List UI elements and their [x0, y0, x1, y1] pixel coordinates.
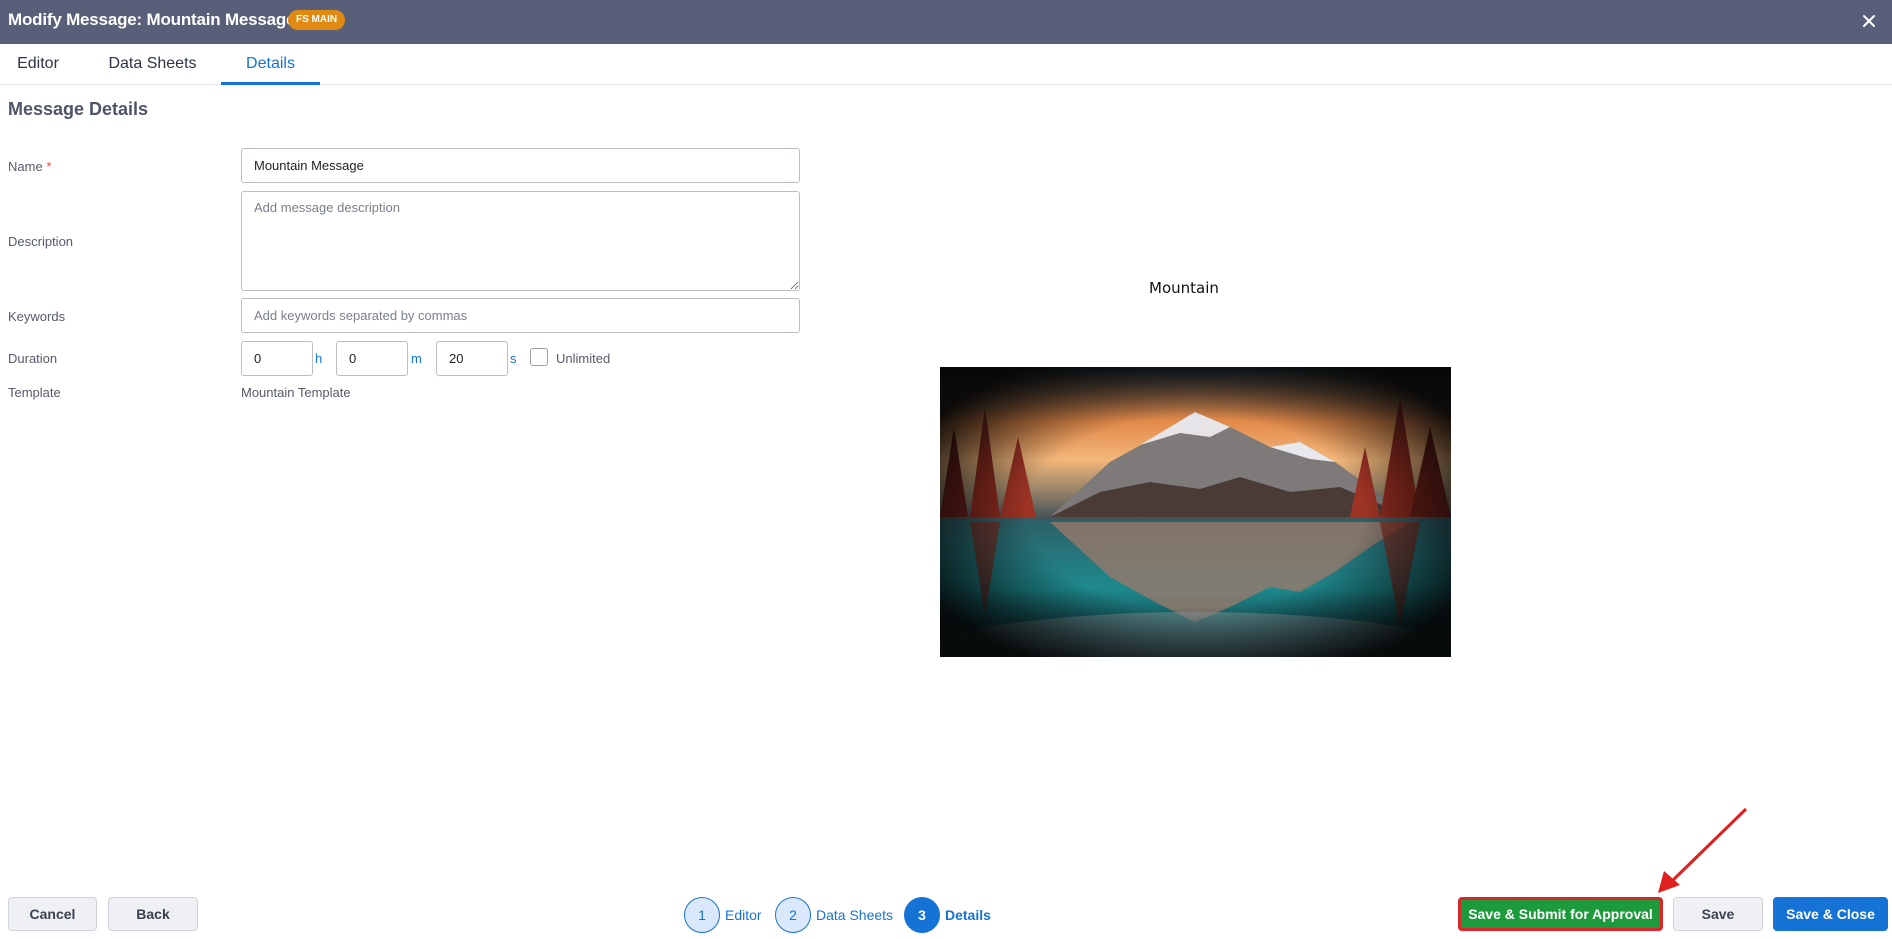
- dialog-title: Modify Message: Mountain Message: [8, 10, 296, 29]
- back-button[interactable]: Back: [108, 897, 198, 931]
- save-close-button[interactable]: Save & Close: [1773, 897, 1888, 931]
- tab-bar: Editor Data Sheets Details: [0, 44, 1892, 85]
- close-icon[interactable]: [1856, 8, 1882, 34]
- unlimited-label: Unlimited: [556, 351, 611, 366]
- template-value: Mountain Template: [241, 385, 351, 400]
- tab-editor[interactable]: Editor: [0, 44, 76, 85]
- step-label: Editor: [725, 907, 762, 923]
- step-number: 2: [775, 897, 811, 933]
- step-label: Details: [945, 907, 991, 923]
- keywords-input[interactable]: [241, 298, 800, 333]
- keywords-label: Keywords: [8, 309, 66, 324]
- name-input[interactable]: [241, 148, 800, 183]
- description-label: Description: [8, 234, 74, 249]
- cancel-button[interactable]: Cancel: [8, 897, 97, 931]
- preview-image: [940, 367, 1451, 657]
- unlimited-checkbox[interactable]: [530, 348, 548, 366]
- duration-seconds-input[interactable]: [436, 341, 508, 376]
- title-bar: Modify Message: Mountain Message FS MAIN: [0, 0, 1892, 44]
- step-number: 1: [684, 897, 720, 933]
- save-button[interactable]: Save: [1673, 897, 1763, 931]
- description-textarea[interactable]: [241, 191, 800, 291]
- duration-minutes-input[interactable]: [336, 341, 408, 376]
- tab-data-sheets[interactable]: Data Sheets: [100, 44, 205, 85]
- step-label: Data Sheets: [816, 907, 894, 923]
- section-title: Message Details: [8, 99, 149, 119]
- fs-main-badge: FS MAIN: [288, 10, 346, 30]
- save-submit-approval-button[interactable]: Save & Submit for Approval: [1458, 897, 1663, 931]
- annotation-arrow-icon: [1658, 807, 1748, 893]
- template-label: Template: [8, 385, 61, 400]
- name-label: Name *: [8, 159, 52, 174]
- duration-hours-input[interactable]: [241, 341, 313, 376]
- minutes-unit: m: [411, 351, 422, 366]
- step-number: 3: [904, 897, 940, 933]
- preview-title: Mountain: [1149, 279, 1219, 297]
- duration-label: Duration: [8, 351, 58, 366]
- tab-details[interactable]: Details: [221, 44, 320, 85]
- seconds-unit: s: [510, 351, 517, 366]
- required-marker: *: [46, 159, 52, 174]
- hours-unit: h: [315, 351, 323, 366]
